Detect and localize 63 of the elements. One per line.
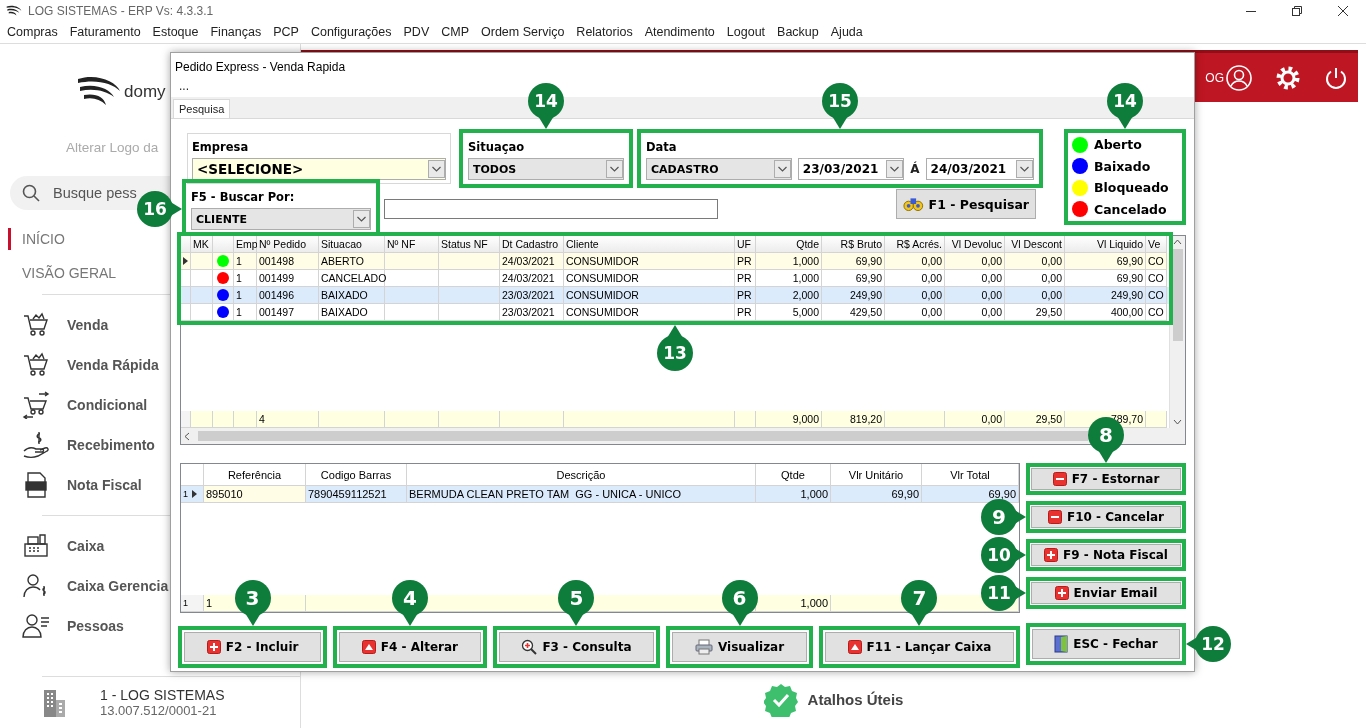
window-title: LOG SISTEMAS - ERP Vs: 4.3.3.1 xyxy=(28,3,214,20)
company-document: 13.007.512/0001-21 xyxy=(100,702,218,719)
table-cell: 1,000 xyxy=(756,595,831,612)
separator-label: Á xyxy=(910,162,920,176)
company-name: 1 - LOG SISTEMAS xyxy=(100,686,225,703)
table-cell: 0,00 xyxy=(945,411,1005,428)
field-label: F5 - Buscar Por: xyxy=(191,190,295,204)
column-header: Vl Devoluc xyxy=(945,236,1005,253)
table-cell: 7890459112521 xyxy=(306,486,407,503)
table-cell: 29,50 xyxy=(1005,411,1065,428)
table-cell: 429,50 xyxy=(822,304,885,321)
legend-label: Bloqueado xyxy=(1094,180,1169,196)
table-cell: 29,50 xyxy=(1005,304,1065,321)
table-cell: 9,000 xyxy=(756,411,822,428)
table-cell: 23/03/2021 xyxy=(500,304,564,321)
column-header: Qtde xyxy=(756,464,831,486)
field-label: Data xyxy=(646,140,677,154)
dialog-title: Pedido Express - Venda Rapida xyxy=(174,59,347,76)
table-cell: 400,00 xyxy=(1065,304,1146,321)
table-cell: BERMUDA CLEAN PRETO TAM GG - UNICA - UNICO xyxy=(407,486,756,503)
column-header: Referência xyxy=(204,464,306,486)
table-cell: 895010 xyxy=(204,486,306,503)
legend-label: Baixado xyxy=(1094,158,1151,174)
user-name: OG xyxy=(1205,69,1224,87)
legend-label: Aberto xyxy=(1094,137,1142,153)
column-header: MK xyxy=(191,236,213,253)
row-number: 1 xyxy=(183,488,188,501)
column-header: Emp xyxy=(234,236,257,253)
table-cell: CO xyxy=(1146,304,1167,321)
column-header: Ve xyxy=(1146,236,1167,253)
column-header: UF xyxy=(735,236,756,253)
column-header: Situacao xyxy=(319,236,385,253)
column-header: Vlr Unitário xyxy=(831,464,922,486)
column-header: Dt Cadastro xyxy=(500,236,564,253)
logo-text: domy xyxy=(124,81,166,104)
table-cell: 1 xyxy=(234,304,257,321)
field-label: Empresa xyxy=(192,140,249,154)
column-header: Vl Liquido xyxy=(1065,236,1146,253)
column-header: Vl Descont xyxy=(1005,236,1065,253)
field-label: Situaçao xyxy=(468,140,525,154)
column-header: Nº NF xyxy=(385,236,439,253)
column-header: Codigo Barras xyxy=(306,464,407,486)
row-number: 1 xyxy=(181,595,204,612)
table-cell: PR xyxy=(735,304,756,321)
table-cell: 5,000 xyxy=(756,304,822,321)
column-header: Qtde xyxy=(756,236,822,253)
table-cell: 0,00 xyxy=(885,304,945,321)
column-header: Descrição xyxy=(407,464,756,486)
column-header: R$ Bruto xyxy=(822,236,885,253)
column-header: Nº Pedido xyxy=(257,236,319,253)
table-cell: 819,20 xyxy=(822,411,885,428)
table-cell: 0,00 xyxy=(945,304,1005,321)
column-header: Status NF xyxy=(439,236,500,253)
column-header: Cliente xyxy=(564,236,735,253)
table-cell: 4 xyxy=(257,411,319,428)
legend-label: Cancelado xyxy=(1094,201,1167,217)
table-cell: BAIXADO xyxy=(319,304,385,321)
table-cell: 001497 xyxy=(257,304,319,321)
table-cell: 69,90 xyxy=(831,486,922,503)
table-cell: CONSUMIDOR xyxy=(564,304,735,321)
column-header: R$ Acrés. xyxy=(885,236,945,253)
column-header: Vlr Total xyxy=(922,464,1019,486)
table-cell: 1,000 xyxy=(756,486,831,503)
